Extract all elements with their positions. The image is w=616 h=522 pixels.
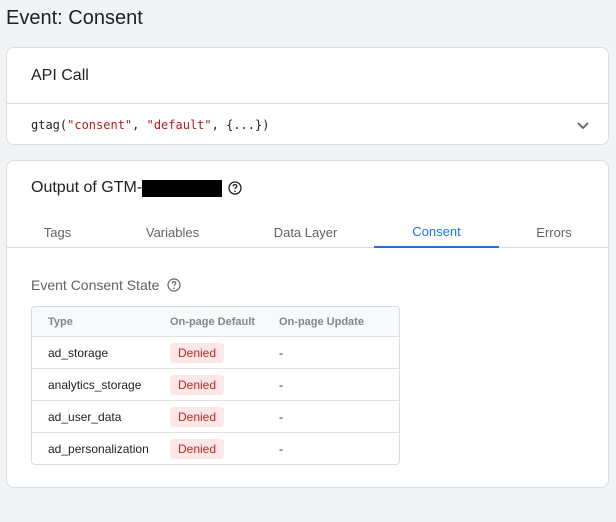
api-call-card: API Call gtag("consent", "default", {...… — [6, 47, 609, 145]
status-badge: Denied — [170, 438, 225, 459]
table-row: ad_user_data Denied - — [32, 400, 399, 432]
api-call-title: API Call — [7, 48, 608, 104]
consent-type: ad_storage — [48, 345, 109, 360]
question-circle-icon[interactable] — [228, 181, 242, 195]
tab-variables[interactable]: Variables — [108, 216, 237, 248]
consent-state-table: Type On-page Default On-page Update ad_s… — [31, 306, 400, 465]
consent-type: analytics_storage — [48, 377, 142, 392]
table-row: analytics_storage Denied - — [32, 368, 399, 400]
api-call-code: gtag("consent", "default", {...}) — [31, 117, 270, 132]
tab-tags[interactable]: Tags — [7, 216, 108, 248]
update-value: - — [279, 345, 283, 360]
section-title-text: Event Consent State — [31, 277, 160, 293]
redacted-container-id — [142, 179, 223, 197]
column-header-update: On-page Update — [279, 315, 364, 328]
table-row: ad_storage Denied - — [32, 336, 399, 368]
consent-type: ad_personalization — [48, 441, 149, 456]
output-tabs: Tags Variables Data Layer Consent Errors — [7, 216, 608, 248]
tab-errors[interactable]: Errors — [499, 216, 609, 248]
tab-consent[interactable]: Consent — [374, 216, 499, 248]
update-value: - — [279, 409, 283, 424]
question-circle-icon[interactable] — [167, 278, 182, 292]
api-call-row[interactable]: gtag("consent", "default", {...}) — [7, 104, 608, 145]
status-badge: Denied — [170, 342, 225, 363]
output-title: Output of GTM- — [31, 179, 242, 197]
output-title-text: Output of GTM- — [31, 179, 143, 196]
tab-data-layer[interactable]: Data Layer — [237, 216, 374, 248]
status-badge: Denied — [170, 406, 225, 427]
table-header-row: Type On-page Default On-page Update — [32, 307, 399, 336]
update-value: - — [279, 377, 283, 392]
table-row: ad_personalization Denied - — [32, 432, 399, 464]
chevron-down-icon[interactable] — [576, 118, 590, 132]
consent-type: ad_user_data — [48, 409, 122, 424]
page-title: Event: Consent — [6, 7, 143, 29]
column-header-default: On-page Default — [170, 315, 255, 328]
column-header-type: Type — [48, 315, 73, 328]
update-value: - — [279, 441, 283, 456]
output-card: Output of GTM- Tags Variables Data Layer… — [6, 160, 609, 488]
section-title: Event Consent State — [31, 277, 182, 293]
status-badge: Denied — [170, 374, 225, 395]
